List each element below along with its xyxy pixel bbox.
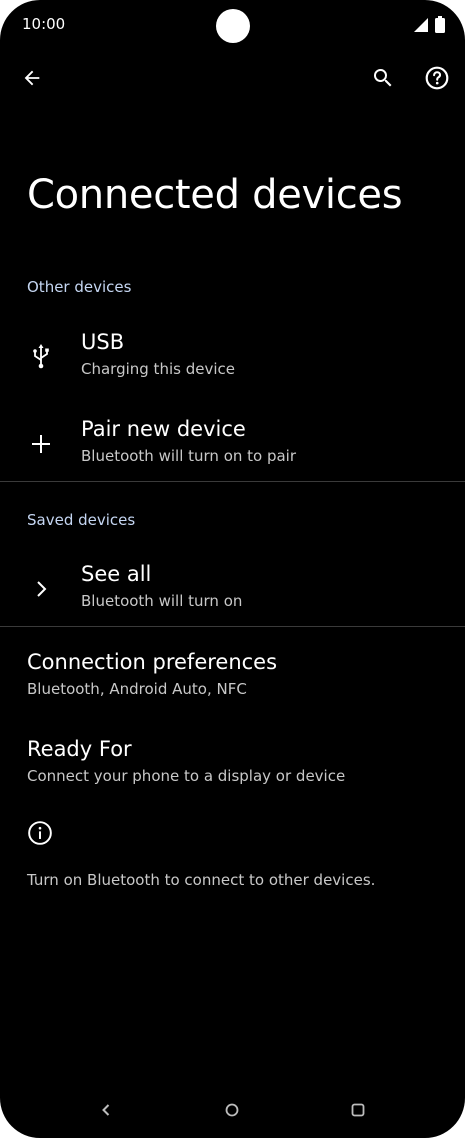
- status-time: 10:00: [22, 15, 66, 33]
- status-bar: 10:00: [0, 0, 465, 50]
- chevron-icon-wrap: [26, 574, 56, 604]
- signal-icon: [414, 17, 428, 32]
- nav-back-button[interactable]: [86, 1090, 126, 1130]
- nav-home-icon: [225, 1103, 239, 1117]
- nav-back-icon: [102, 1104, 110, 1116]
- section-header-other-devices: Other devices: [27, 278, 132, 296]
- usb-icon: [33, 344, 49, 369]
- back-button[interactable]: [14, 60, 50, 96]
- see-all-subtitle: Bluetooth will turn on: [81, 592, 243, 610]
- page-title: Connected devices: [27, 172, 403, 218]
- ready-for-subtitle: Connect your phone to a display or devic…: [27, 767, 346, 785]
- divider: [0, 481, 465, 482]
- nav-recents-icon: [351, 1103, 365, 1117]
- connection-preferences-title: Connection preferences: [27, 650, 278, 674]
- back-arrow-icon: [24, 70, 40, 86]
- plus-icon-wrap: [26, 429, 56, 459]
- usb-title: USB: [81, 330, 125, 354]
- see-all-row[interactable]: See all Bluetooth will turn on: [0, 550, 465, 634]
- nav-home-button[interactable]: [212, 1090, 252, 1130]
- pair-new-device-title: Pair new device: [81, 417, 246, 441]
- search-button[interactable]: [365, 60, 401, 96]
- help-button[interactable]: [419, 60, 455, 96]
- chevron-right-icon: [37, 581, 47, 597]
- footer-text: Turn on Bluetooth to connect to other de…: [27, 871, 376, 889]
- nav-recents-button[interactable]: [338, 1090, 378, 1130]
- help-icon: [425, 66, 449, 90]
- pair-new-device-row[interactable]: Pair new device Bluetooth will turn on t…: [0, 405, 465, 489]
- phone-screen: 10:00 Connected devices Other devices US…: [0, 0, 465, 1138]
- usb-subtitle: Charging this device: [81, 360, 235, 378]
- navigation-bar: [0, 1090, 465, 1130]
- ready-for-row[interactable]: Ready For Connect your phone to a displa…: [0, 725, 465, 809]
- section-header-saved-devices: Saved devices: [27, 511, 136, 529]
- pair-new-device-subtitle: Bluetooth will turn on to pair: [81, 447, 297, 465]
- see-all-title: See all: [81, 562, 152, 586]
- search-icon: [374, 69, 392, 87]
- info-icon: [28, 821, 52, 845]
- usb-icon-wrap: [26, 342, 56, 372]
- camera-cutout: [216, 9, 250, 43]
- ready-for-title: Ready For: [27, 737, 132, 761]
- plus-icon: [32, 435, 50, 453]
- usb-row[interactable]: USB Charging this device: [0, 318, 465, 402]
- connection-preferences-subtitle: Bluetooth, Android Auto, NFC: [27, 680, 247, 698]
- status-icons: [413, 16, 445, 33]
- divider: [0, 626, 465, 627]
- connection-preferences-row[interactable]: Connection preferences Bluetooth, Androi…: [0, 638, 465, 722]
- battery-icon: [435, 16, 445, 33]
